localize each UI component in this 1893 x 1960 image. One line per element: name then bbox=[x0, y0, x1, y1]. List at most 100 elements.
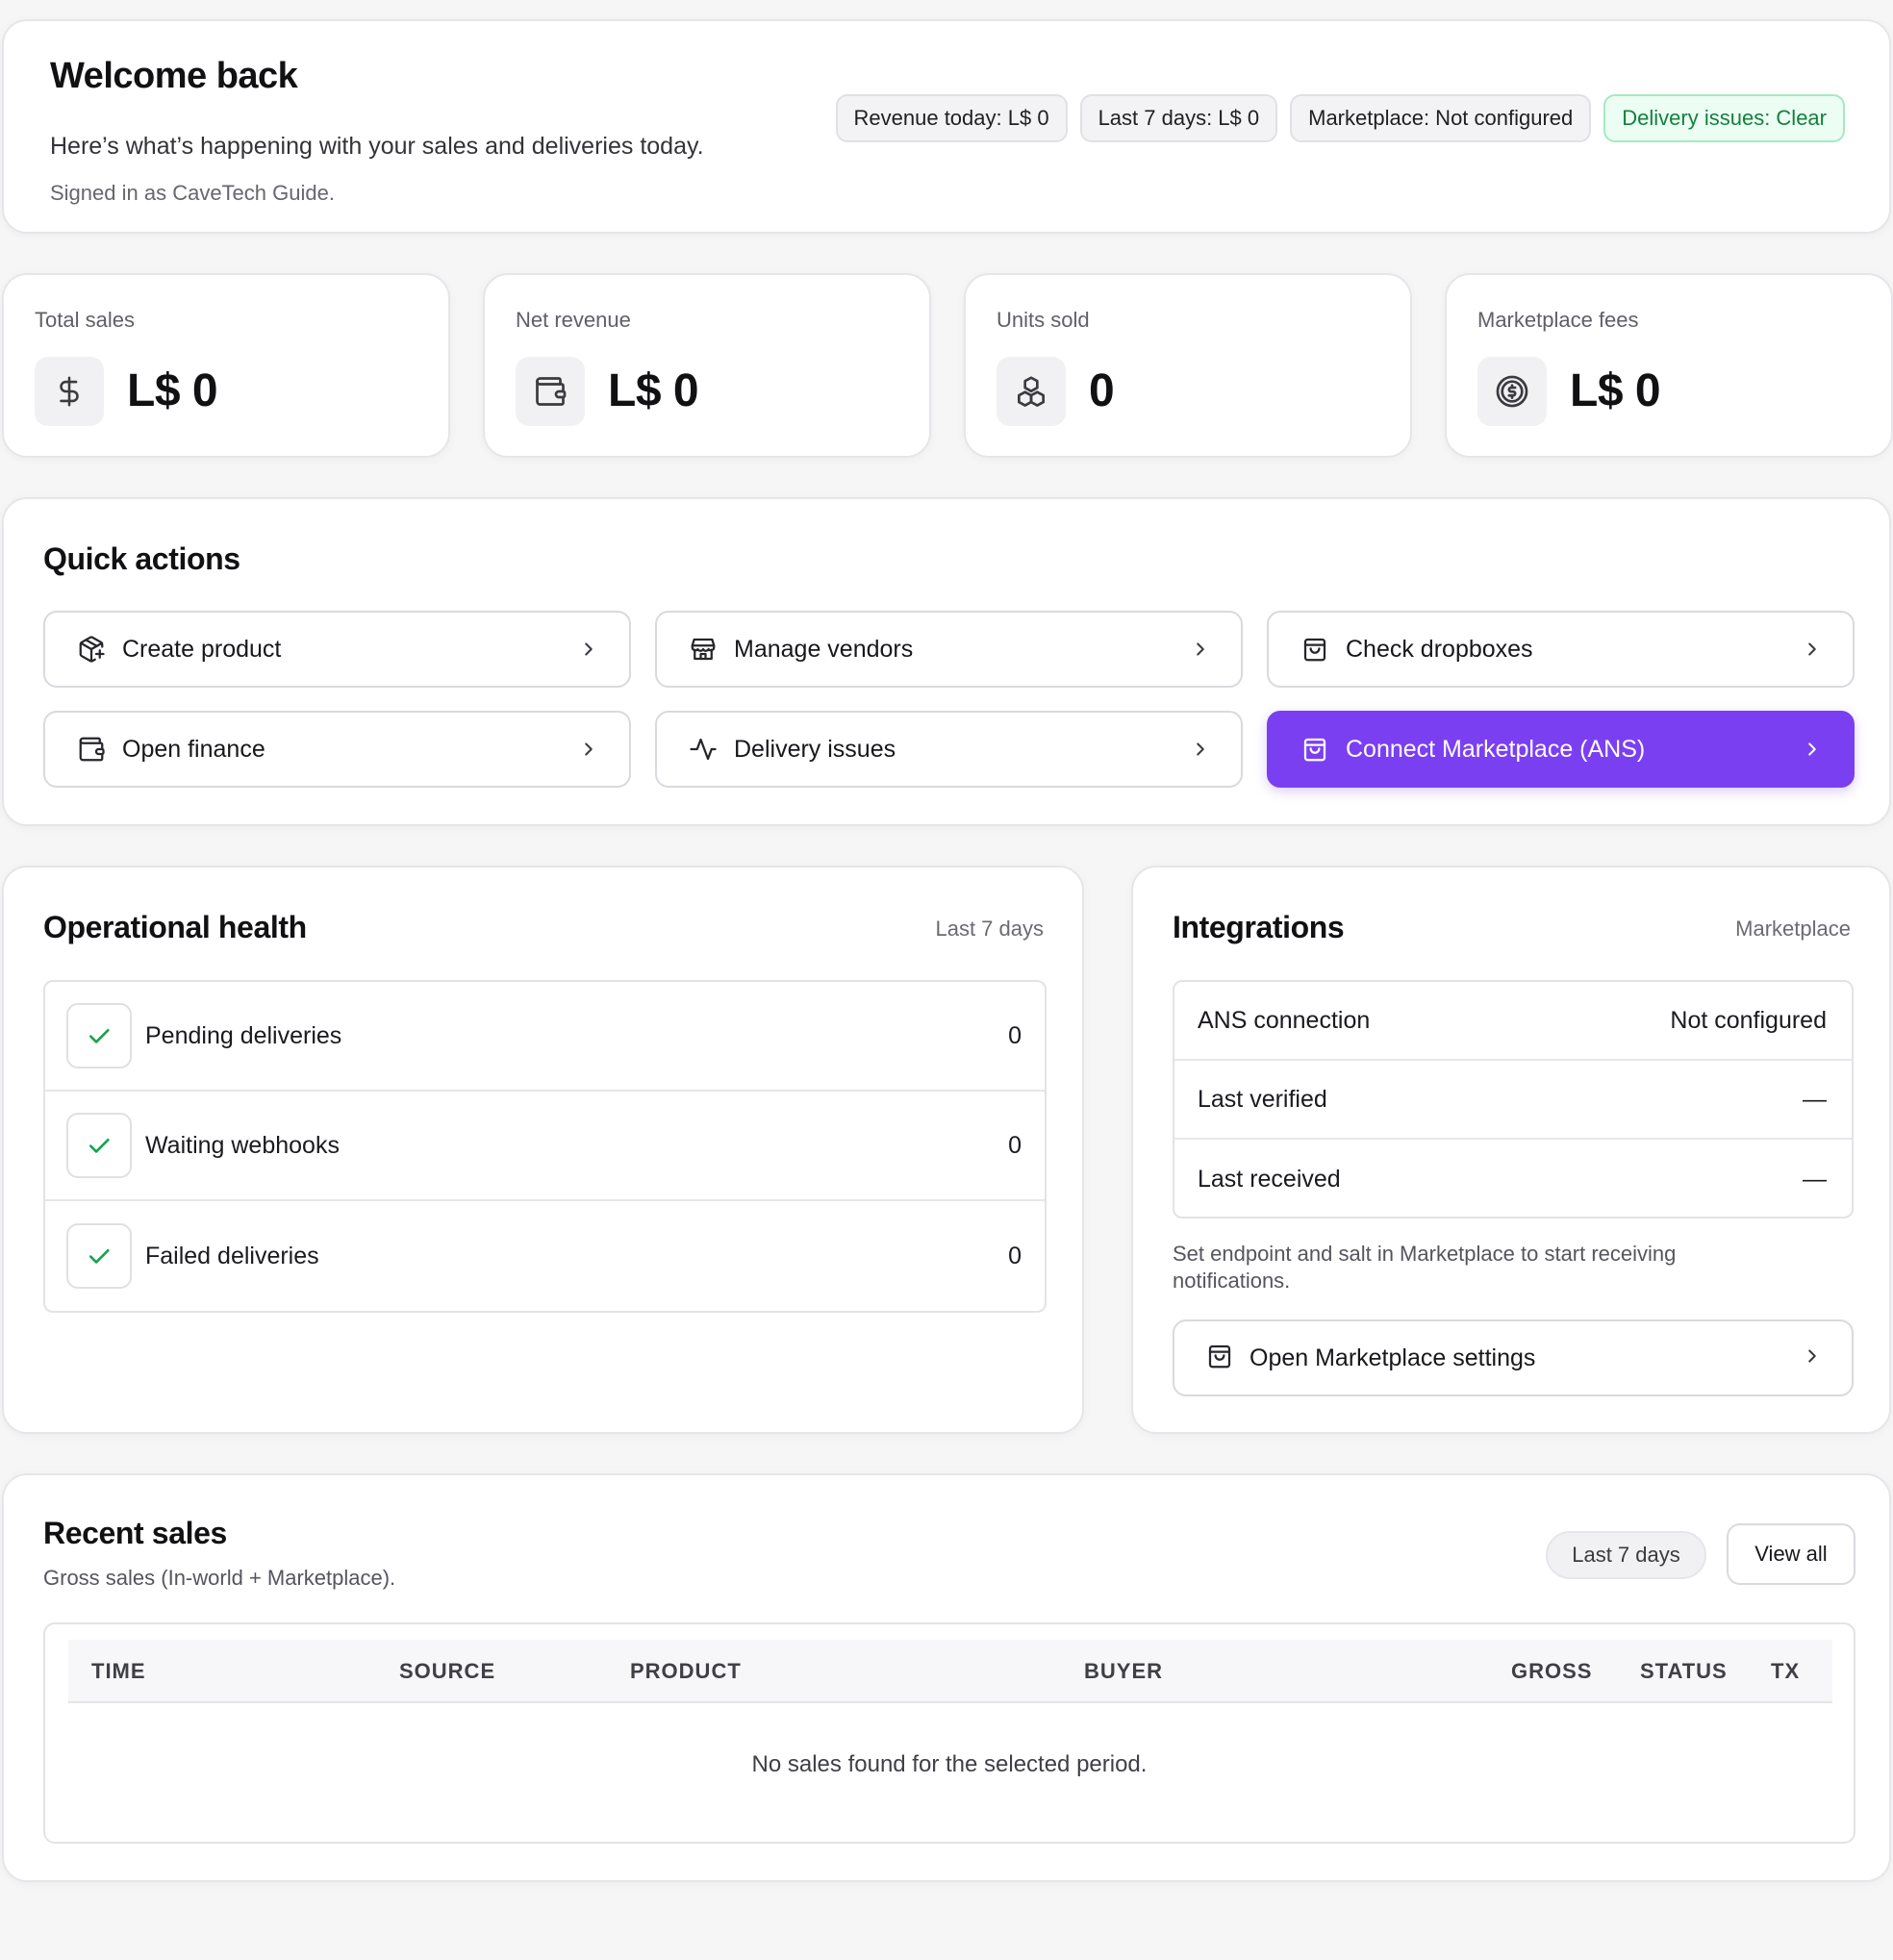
check-dropboxes-button[interactable]: Check dropboxes bbox=[1267, 611, 1855, 688]
row-value: — bbox=[1803, 1085, 1827, 1113]
quick-actions-title: Quick actions bbox=[43, 541, 240, 576]
integrations-list: ANS connection Not configured Last verif… bbox=[1173, 980, 1854, 1219]
check-icon bbox=[66, 1003, 132, 1068]
stat-label: Units sold bbox=[997, 308, 1090, 332]
welcome-subtitle: Here’s what’s happening with your sales … bbox=[50, 133, 704, 160]
boxes-icon bbox=[997, 357, 1066, 426]
button-label: Open Marketplace settings bbox=[1249, 1344, 1536, 1371]
table-header: TIME SOURCE PRODUCT BUYER GROSS STATUS T… bbox=[68, 1640, 1832, 1703]
create-product-button[interactable]: Create product bbox=[43, 611, 631, 688]
row-label: Last received bbox=[1198, 1165, 1341, 1193]
last-7-days-pill: Last 7 days: L$ 0 bbox=[1079, 94, 1278, 142]
wallet-icon bbox=[76, 734, 107, 765]
view-all-button[interactable]: View all bbox=[1727, 1523, 1855, 1585]
list-item: Waiting webhooks 0 bbox=[45, 1092, 1045, 1201]
list-item: Failed deliveries 0 bbox=[45, 1201, 1045, 1311]
row-value: 0 bbox=[1008, 1131, 1022, 1159]
stat-card-marketplace-fees: Marketplace fees L$ 0 bbox=[1445, 273, 1893, 458]
quick-actions-card: Quick actions Create product Manage vend… bbox=[2, 497, 1891, 826]
integrations-title: Integrations bbox=[1173, 910, 1345, 944]
welcome-title: Welcome back bbox=[50, 56, 298, 96]
stat-card-units-sold: Units sold 0 bbox=[964, 273, 1412, 458]
column-header-tx: TX bbox=[1771, 1659, 1801, 1683]
bag-icon bbox=[1300, 734, 1330, 765]
integrations-meta: Marketplace bbox=[1735, 917, 1851, 941]
integrations-card: Integrations Marketplace ANS connection … bbox=[1131, 866, 1891, 1434]
row-label: Waiting webhooks bbox=[145, 1131, 340, 1159]
list-item: Last verified — bbox=[1174, 1061, 1852, 1140]
row-label: Pending deliveries bbox=[145, 1021, 342, 1049]
recent-sales-card: Recent sales Gross sales (In-world + Mar… bbox=[2, 1473, 1891, 1882]
stat-label: Net revenue bbox=[516, 308, 631, 332]
summary-pills: Revenue today: L$ 0 Last 7 days: L$ 0 Ma… bbox=[835, 94, 1845, 142]
button-label: Check dropboxes bbox=[1346, 635, 1533, 663]
recent-sales-title: Recent sales bbox=[43, 1516, 227, 1550]
row-value: — bbox=[1803, 1165, 1827, 1193]
stat-card-net-revenue: Net revenue L$ 0 bbox=[483, 273, 931, 458]
stat-value: L$ 0 bbox=[1570, 365, 1661, 416]
marketplace-status-pill: Marketplace: Not configured bbox=[1290, 94, 1592, 142]
package-plus-icon bbox=[76, 634, 107, 665]
manage-vendors-button[interactable]: Manage vendors bbox=[655, 611, 1243, 688]
check-icon bbox=[66, 1113, 132, 1178]
list-item: ANS connection Not configured bbox=[1174, 982, 1852, 1061]
button-label: Connect Marketplace (ANS) bbox=[1346, 735, 1646, 763]
check-icon bbox=[66, 1223, 132, 1289]
column-header-status: STATUS bbox=[1640, 1659, 1728, 1683]
recent-sales-subtitle: Gross sales (In-world + Marketplace). bbox=[43, 1566, 396, 1590]
row-label: Last verified bbox=[1198, 1085, 1327, 1113]
delivery-issues-button[interactable]: Delivery issues bbox=[655, 711, 1243, 788]
column-header-gross: GROSS bbox=[1511, 1659, 1593, 1683]
row-label: Failed deliveries bbox=[145, 1242, 319, 1269]
column-header-product: PRODUCT bbox=[630, 1659, 742, 1683]
bag-icon bbox=[1205, 1342, 1234, 1375]
stat-label: Marketplace fees bbox=[1477, 308, 1639, 332]
stat-value: L$ 0 bbox=[127, 365, 218, 416]
stat-card-total-sales: Total sales L$ 0 bbox=[2, 273, 450, 458]
stat-label: Total sales bbox=[35, 308, 135, 332]
chevron-right-icon bbox=[577, 738, 600, 761]
empty-state-message: No sales found for the selected period. bbox=[751, 1751, 1148, 1777]
activity-icon bbox=[688, 734, 719, 765]
button-label: Manage vendors bbox=[734, 635, 914, 663]
operational-health-list: Pending deliveries 0 Waiting webhooks 0 … bbox=[43, 980, 1047, 1313]
row-value: Not configured bbox=[1670, 1006, 1827, 1034]
operational-health-card: Operational health Last 7 days Pending d… bbox=[2, 866, 1084, 1434]
list-item: Last received — bbox=[1174, 1140, 1852, 1217]
chevron-right-icon bbox=[1189, 638, 1212, 661]
button-label: Create product bbox=[122, 635, 282, 663]
chevron-right-icon bbox=[1802, 1345, 1823, 1371]
stat-value: L$ 0 bbox=[608, 365, 699, 416]
column-header-buyer: BUYER bbox=[1084, 1659, 1164, 1683]
column-header-source: SOURCE bbox=[399, 1659, 496, 1683]
wallet-icon bbox=[516, 357, 585, 426]
bag-icon bbox=[1300, 634, 1330, 665]
operational-health-title: Operational health bbox=[43, 910, 307, 944]
connect-marketplace-button[interactable]: Connect Marketplace (ANS) bbox=[1267, 711, 1855, 788]
chevron-right-icon bbox=[1801, 738, 1824, 761]
dollar-icon bbox=[35, 357, 104, 426]
operational-health-period: Last 7 days bbox=[935, 917, 1044, 941]
sales-table: TIME SOURCE PRODUCT BUYER GROSS STATUS T… bbox=[43, 1622, 1855, 1844]
chevron-right-icon bbox=[1801, 638, 1824, 661]
revenue-today-pill: Revenue today: L$ 0 bbox=[835, 94, 1068, 142]
open-marketplace-settings-button[interactable]: Open Marketplace settings bbox=[1173, 1319, 1854, 1396]
button-label: Delivery issues bbox=[734, 735, 896, 763]
column-header-time: TIME bbox=[91, 1659, 146, 1683]
open-finance-button[interactable]: Open finance bbox=[43, 711, 631, 788]
signed-in-text: Signed in as CaveTech Guide. bbox=[50, 181, 335, 205]
row-label: ANS connection bbox=[1198, 1006, 1371, 1034]
integrations-note: Set endpoint and salt in Marketplace to … bbox=[1173, 1242, 1677, 1293]
list-item: Pending deliveries 0 bbox=[45, 982, 1045, 1092]
stat-value: 0 bbox=[1089, 365, 1115, 416]
coin-dollar-icon bbox=[1477, 357, 1547, 426]
welcome-card: Welcome back Here’s what’s happening wit… bbox=[2, 19, 1891, 234]
row-value: 0 bbox=[1008, 1021, 1022, 1049]
store-icon bbox=[688, 634, 719, 665]
chevron-right-icon bbox=[1189, 738, 1212, 761]
row-value: 0 bbox=[1008, 1242, 1022, 1269]
delivery-issues-pill: Delivery issues: Clear bbox=[1603, 94, 1845, 142]
chevron-right-icon bbox=[577, 638, 600, 661]
button-label: Open finance bbox=[122, 735, 265, 763]
period-filter-pill[interactable]: Last 7 days bbox=[1546, 1531, 1706, 1579]
